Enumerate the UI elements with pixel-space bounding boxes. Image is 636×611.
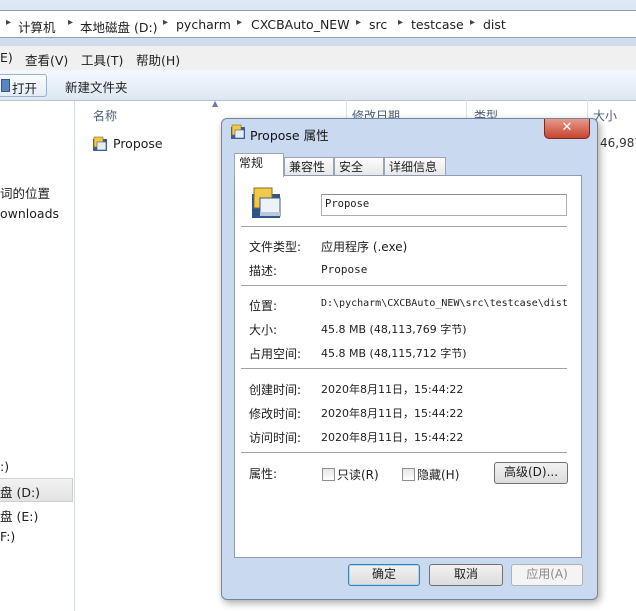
nav-item-drive-e[interactable]: 盘 (E:) [0,506,38,525]
menu-help[interactable]: 帮助(H) [136,50,180,69]
menu-edit[interactable]: E) [0,50,13,65]
ok-button[interactable]: 确定 [348,564,420,586]
disk-size-value: 45.8 MB (48,115,712 字节) [321,347,467,360]
chevron-right-icon[interactable]: ▸ [398,17,403,28]
accessed-label: 访问时间: [249,431,302,445]
chevron-right-icon[interactable]: ▸ [6,17,11,28]
app-icon [1,79,10,92]
general-tab-panel: Propose 文件类型: 应用程序 (.exe) 描述: Propose 位置… [234,175,582,558]
location-value: D:\pycharm\CXCBAuto_NEW\src\testcase\dis… [321,298,568,309]
size-label: 大小: [249,323,278,337]
modified-label: 修改时间: [249,407,302,421]
modified-value: 2020年8月11日，15:44:22 [321,407,464,420]
open-label: 打开 [12,81,38,96]
chevron-right-icon[interactable]: ▸ [356,17,361,28]
properties-dialog: Propose 属性 ✕ 常规 兼容性 安全 详细信息 Propose 文件类型… [221,118,598,600]
navigation-pane: 词的位置 ownloads :) 盘 (D:) 盘 (E:) F:) [0,101,75,611]
advanced-button[interactable]: 高级(D)... [494,462,568,484]
attributes-label: 属性: [249,467,278,481]
nav-item-recent-places[interactable]: 词的位置 [0,183,50,202]
nav-item-downloads[interactable]: ownloads [0,206,59,221]
open-button[interactable]: 打开 [0,74,47,97]
breadcrumb-pycharm[interactable]: pycharm [176,17,231,32]
close-icon: ✕ [561,120,573,135]
cancel-button[interactable]: 取消 [429,564,503,586]
file-name-value: Propose [325,198,370,210]
python-exe-icon [92,136,108,152]
file-name: Propose [113,136,163,151]
column-header-name[interactable]: 名称 [93,107,117,124]
description-value: Propose [321,263,368,276]
breadcrumb-src[interactable]: src [369,17,387,32]
file-size: 46,987 [600,136,636,150]
chevron-right-icon[interactable]: ▸ [237,17,242,28]
new-folder-button[interactable]: 新建文件夹 [65,77,128,96]
breadcrumb-local-disk[interactable]: 本地磁盘 (D:) [80,17,158,36]
location-label: 位置: [249,299,278,313]
tab-security[interactable]: 安全 [334,157,384,176]
breadcrumb-dist[interactable]: dist [483,17,506,32]
breadcrumb-computer[interactable]: 计算机 [18,17,56,36]
address-bar: ▸ 计算机 ▸ 本地磁盘 (D:) ▸ pycharm ▸ CXCBAuto_N… [0,0,636,47]
divider [241,368,567,370]
divider [241,285,567,287]
breadcrumb[interactable]: ▸ 计算机 ▸ 本地磁盘 (D:) ▸ pycharm ▸ CXCBAuto_N… [0,10,636,38]
toolbar: 打开 新建文件夹 [0,70,636,101]
created-label: 创建时间: [249,383,302,397]
nav-item-drive-d: 盘 (D:) [0,485,41,500]
readonly-checkbox[interactable] [322,468,335,481]
python-exe-icon [230,124,246,140]
nav-item-drive-f[interactable]: F:) [0,529,15,544]
menu-bar: E) 查看(V) 工具(T) 帮助(H) [0,46,636,71]
hidden-checkbox[interactable] [402,468,415,481]
nav-item-drive-d-selected[interactable]: 盘 (D:) [0,478,73,502]
menu-tools[interactable]: 工具(T) [81,50,123,69]
disk-size-label: 占用空间: [249,347,302,361]
menu-view[interactable]: 查看(V) [25,50,68,69]
tab-compatibility[interactable]: 兼容性 [284,157,334,176]
readonly-label[interactable]: 只读(R) [337,466,379,483]
nav-item-drive-c[interactable]: :) [0,459,9,474]
divider [241,226,567,228]
size-value: 45.8 MB (48,113,769 字节) [321,323,467,336]
chevron-right-icon[interactable]: ▸ [470,17,475,28]
dialog-title: Propose 属性 [250,128,329,143]
divider [241,452,567,454]
chevron-right-icon[interactable]: ▸ [163,17,168,28]
created-value: 2020年8月11日，15:44:22 [321,383,464,396]
breadcrumb-project[interactable]: CXCBAuto_NEW [251,17,350,32]
file-type-label: 文件类型: [249,240,302,254]
python-exe-large-icon [249,186,283,220]
apply-button[interactable]: 应用(A) [511,564,583,586]
hidden-label[interactable]: 隐藏(H) [417,466,459,483]
file-type-value: 应用程序 (.exe) [321,240,408,254]
tab-details[interactable]: 详细信息 [384,157,446,176]
accessed-value: 2020年8月11日，15:44:22 [321,431,464,444]
description-label: 描述: [249,264,278,278]
sort-arrow-icon: ▲ [212,99,219,108]
file-name-field[interactable]: Propose [321,194,567,216]
breadcrumb-testcase[interactable]: testcase [411,17,464,32]
tab-general[interactable]: 常规 [234,153,284,177]
chevron-right-icon[interactable]: ▸ [68,17,73,28]
close-button[interactable]: ✕ [544,119,590,139]
